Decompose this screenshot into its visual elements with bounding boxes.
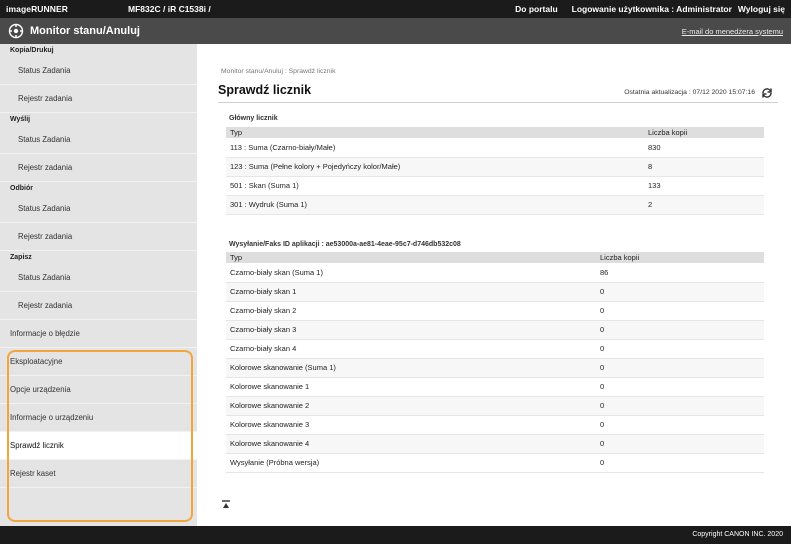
cell-type: Czarno-biały skan 4 [230,344,297,353]
cell-count: 86 [600,267,609,277]
sidebar-heading-send: Wyślij [10,116,31,123]
cell-type: Kolorowe skanowanie (Suma 1) [230,363,336,372]
sidebar-heading-copy-print: Kopia/Drukuj [10,47,54,54]
main-content: Monitor stanu/Anuluj : Sprawdź licznik S… [197,44,791,526]
table-row: Wysyłanie (Próbna wersja) 0 [226,453,764,472]
sidebar-item-send-job-log[interactable]: Rejestr zadania [0,154,197,182]
cell-count: 0 [600,325,605,334]
cell-type: 301 : Wydruk (Suma 1) [230,200,308,209]
sidebar-item-device-options[interactable]: Opcje urządzenia [0,376,197,404]
cell-count: 0 [600,363,605,372]
main-counter-table: Typ Liczba kopii 113 : Suma (Czarno-biał… [226,127,764,215]
cell-count: 830 [648,142,661,152]
column-header-type: Typ [230,128,243,137]
cell-type: Kolorowe skanowanie 2 [230,401,310,410]
table-row: Czarno-biały skan 1 0 [226,282,764,301]
table-row: 501 : Skan (Suma 1) 133 [226,176,764,195]
cell-type: Czarno-biały skan 3 [230,325,297,334]
model-name: MF832C / iR C1538i / [128,4,211,14]
main-counter-title: Główny licznik [229,115,278,122]
main-counter-header-row: Typ Liczba kopii [226,127,764,138]
sidebar: Kopia/Drukuj Status Zadania Rejestr zada… [0,44,197,526]
cell-type: Kolorowe skanowanie 3 [230,420,310,429]
header-title: Monitor stanu/Anuluj [30,25,140,37]
sidebar-item-error-info[interactable]: Informacje o błędzie [0,320,197,348]
sidebar-item-copy-job-status[interactable]: Status Zadania [0,57,197,85]
email-manager-link[interactable]: E-mail do menedżera systemu [682,27,783,36]
table-row: Czarno-biały skan 3 0 [226,320,764,339]
table-row: Kolorowe skanowanie 2 0 [226,396,764,415]
column-header-count: Liczba kopii [648,128,688,137]
sidebar-item-store-job-log[interactable]: Rejestr zadania [0,292,197,320]
sidebar-item-consumables[interactable]: Eksploatacyjne [0,348,197,376]
table-row: Kolorowe skanowanie 1 0 [226,377,764,396]
sidebar-item-store-job-status[interactable]: Status Zadania [0,264,197,292]
cell-count: 8 [648,162,653,171]
logout-link[interactable]: Wyloguj się [738,4,785,14]
cell-count: 0 [600,401,605,410]
top-bar: imageRUNNER MF832C / iR C1538i / Do port… [0,0,791,18]
cell-type: Kolorowe skanowanie 4 [230,439,310,448]
app-counter-header-row: Typ Liczba kopii [226,252,764,263]
last-update-text: Ostatnia aktualizacja : 07/12 2020 15:07… [624,89,755,96]
cell-type: Czarno-biały skan (Suma 1) [230,267,323,277]
cell-count: 0 [600,382,605,391]
cell-count: 2 [648,200,653,209]
sidebar-item-copy-job-log[interactable]: Rejestr zadania [0,85,197,113]
cell-count: 0 [600,287,605,296]
table-row: Kolorowe skanowanie (Suma 1) 0 [226,358,764,377]
brand-logo: imageRUNNER [6,4,69,14]
table-row: Czarno-biały skan 4 0 [226,339,764,358]
table-row: 301 : Wydruk (Suma 1) 2 [226,195,764,214]
page-title: Sprawdź licznik [218,83,312,97]
table-row: Czarno-biały skan (Suma 1) 86 [226,263,764,282]
portal-link[interactable]: Do portalu [515,4,558,14]
cell-count: 0 [600,306,605,315]
column-header-count: Liczba kopii [600,253,640,262]
sidebar-item-receive-job-status[interactable]: Status Zadania [0,195,197,223]
cell-count: 0 [600,458,605,467]
sidebar-heading-receive: Odbiór [10,185,33,192]
cell-type: 123 : Suma (Pełne kolory + Pojedyńczy ko… [230,162,401,171]
breadcrumb: Monitor stanu/Anuluj : Sprawdź licznik [221,68,336,75]
cell-count: 133 [648,181,661,190]
cell-count: 0 [600,344,605,353]
copyright-text: Copyright CANON INC. 2020 [692,531,783,538]
cell-type: Czarno-biały skan 2 [230,306,297,315]
cell-type: Kolorowe skanowanie 1 [230,382,310,391]
table-row: Czarno-biały skan 2 0 [226,301,764,320]
page-header: Monitor stanu/Anuluj E-mail do menedżera… [0,18,791,44]
cell-type: 501 : Skan (Suma 1) [230,181,299,190]
sidebar-item-receive-job-log[interactable]: Rejestr zadania [0,223,197,251]
sidebar-heading-store: Zapisz [10,254,32,261]
cell-type: Wysyłanie (Próbna wersja) [230,458,320,467]
login-info: Logowanie użytkownika : Administrator [571,4,732,14]
table-row: Kolorowe skanowanie 4 0 [226,434,764,453]
app-counter-table: Typ Liczba kopii Czarno-biały skan (Suma… [226,252,764,473]
app-counter-title: Wysyłanie/Faks ID aplikacji : ae53000a-a… [229,241,461,248]
table-row: 113 : Suma (Czarno-biały/Małe) 830 [226,138,764,157]
sidebar-item-device-info[interactable]: Informacje o urządzeniu [0,404,197,432]
sidebar-item-cassette-log[interactable]: Rejestr kaset [0,460,197,488]
sidebar-item-check-counter[interactable]: Sprawdź licznik [0,432,197,460]
column-header-type: Typ [230,253,243,262]
cell-count: 0 [600,439,605,448]
to-top-icon[interactable] [221,500,231,510]
cell-count: 0 [600,420,605,429]
cell-type: 113 : Suma (Czarno-biały/Małe) [230,142,336,152]
footer: Copyright CANON INC. 2020 [0,526,791,544]
table-row: 123 : Suma (Pełne kolory + Pojedyńczy ko… [226,157,764,176]
refresh-icon[interactable] [761,87,773,99]
table-row: Kolorowe skanowanie 3 0 [226,415,764,434]
status-monitor-icon [8,23,24,39]
cell-type: Czarno-biały skan 1 [230,287,297,296]
title-divider [218,102,778,103]
sidebar-item-send-job-status[interactable]: Status Zadania [0,126,197,154]
